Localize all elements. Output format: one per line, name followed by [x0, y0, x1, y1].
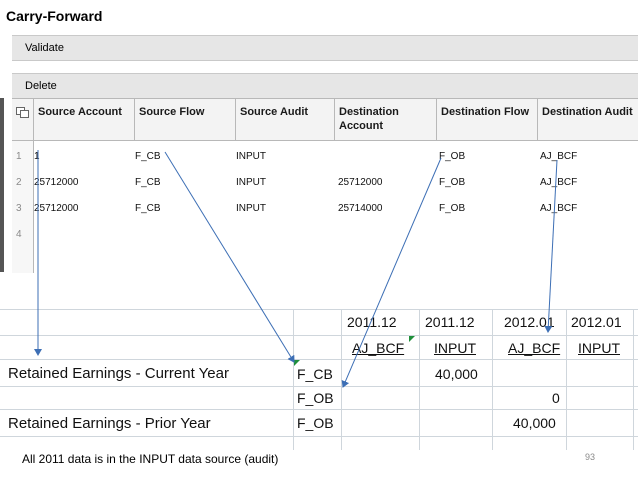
value-cell: 0 [552, 390, 560, 406]
flow-cell: F_OB [297, 415, 334, 431]
flow-cell: F_OB [297, 390, 334, 406]
select-all-icon[interactable] [16, 107, 29, 118]
comment-marker [409, 336, 415, 342]
audit-header: INPUT [434, 340, 476, 356]
header-source-audit[interactable]: Source Audit [236, 99, 335, 141]
value-cell: 40,000 [435, 366, 478, 382]
page-number: 93 [585, 452, 596, 462]
audit-header: AJ_BCF [352, 340, 405, 356]
grid-line [492, 309, 493, 450]
period-header: 2011.12 [425, 314, 475, 330]
period-header: 2011.12 [347, 314, 397, 330]
cell-destination-flow[interactable]: F_OB [439, 203, 465, 214]
header-destination-account[interactable]: Destination Account [335, 99, 437, 141]
grid-line [0, 359, 638, 360]
period-header: 2012.01 [504, 314, 555, 330]
cell-destination-flow[interactable]: F_OB [439, 151, 465, 162]
grid-line [419, 309, 420, 450]
row-number: 4 [16, 229, 22, 240]
grid-line [293, 309, 294, 450]
grid-line [341, 309, 342, 450]
cell-source-account[interactable]: 25712000 [34, 203, 79, 214]
cell-source-account[interactable]: 25712000 [34, 177, 79, 188]
cell-destination-audit[interactable]: AJ_BCF [540, 151, 577, 162]
grid-line [633, 309, 634, 450]
flow-cell: F_CB [297, 366, 333, 382]
value-cell: 40,000 [513, 415, 556, 431]
row-number-column: 1 2 3 4 [12, 141, 34, 273]
comment-marker [294, 360, 300, 366]
grid-line [0, 436, 638, 437]
footer-note: All 2011 data is in the INPUT data sourc… [22, 452, 279, 466]
row-number: 2 [16, 177, 22, 188]
header-destination-audit[interactable]: Destination Audit [538, 99, 638, 141]
row-number: 3 [16, 203, 22, 214]
cell-source-audit[interactable]: INPUT [236, 177, 266, 188]
grid-line [0, 386, 638, 387]
row-number: 1 [16, 151, 22, 162]
select-all-cell[interactable] [12, 99, 34, 141]
validate-toolbar: Validate [12, 35, 638, 61]
grid-header-row: Source Account Source Flow Source Audit … [12, 99, 638, 141]
grid-line [0, 409, 638, 410]
header-source-account[interactable]: Source Account [34, 99, 135, 141]
cell-source-flow[interactable]: F_CB [135, 203, 161, 214]
cell-destination-audit[interactable]: AJ_BCF [540, 177, 577, 188]
row-label: Retained Earnings - Prior Year [8, 415, 211, 432]
cell-destination-account[interactable]: 25712000 [338, 177, 383, 188]
delete-button[interactable]: Delete [25, 80, 57, 92]
period-header: 2012.01 [571, 314, 622, 330]
cell-source-audit[interactable]: INPUT [236, 151, 266, 162]
audit-header: INPUT [578, 340, 620, 356]
header-source-flow[interactable]: Source Flow [135, 99, 236, 141]
cell-source-flow[interactable]: F_CB [135, 177, 161, 188]
audit-header: AJ_BCF [508, 340, 561, 356]
carry-forward-grid: Source Account Source Flow Source Audit … [12, 98, 638, 273]
row-label: Retained Earnings - Current Year [8, 365, 229, 382]
panel-title: Carry-Forward [6, 8, 103, 24]
carry-forward-panel: Carry-Forward Validate Delete Source Acc… [0, 0, 638, 273]
cell-source-audit[interactable]: INPUT [236, 203, 266, 214]
cell-source-account[interactable]: 1 [34, 151, 40, 162]
delete-toolbar: Delete [12, 73, 638, 99]
validate-button[interactable]: Validate [25, 42, 64, 54]
cell-destination-flow[interactable]: F_OB [439, 177, 465, 188]
grid-line [0, 335, 638, 336]
cell-destination-audit[interactable]: AJ_BCF [540, 203, 577, 214]
cell-destination-account[interactable]: 25714000 [338, 203, 383, 214]
cell-source-flow[interactable]: F_CB [135, 151, 161, 162]
grid-line [0, 309, 638, 310]
report-spreadsheet: 2011.12 2011.12 2012.01 2012.01 AJ_BCF I… [0, 309, 638, 450]
grid-line [566, 309, 567, 450]
panel-edge [0, 98, 4, 272]
header-destination-flow[interactable]: Destination Flow [437, 99, 538, 141]
